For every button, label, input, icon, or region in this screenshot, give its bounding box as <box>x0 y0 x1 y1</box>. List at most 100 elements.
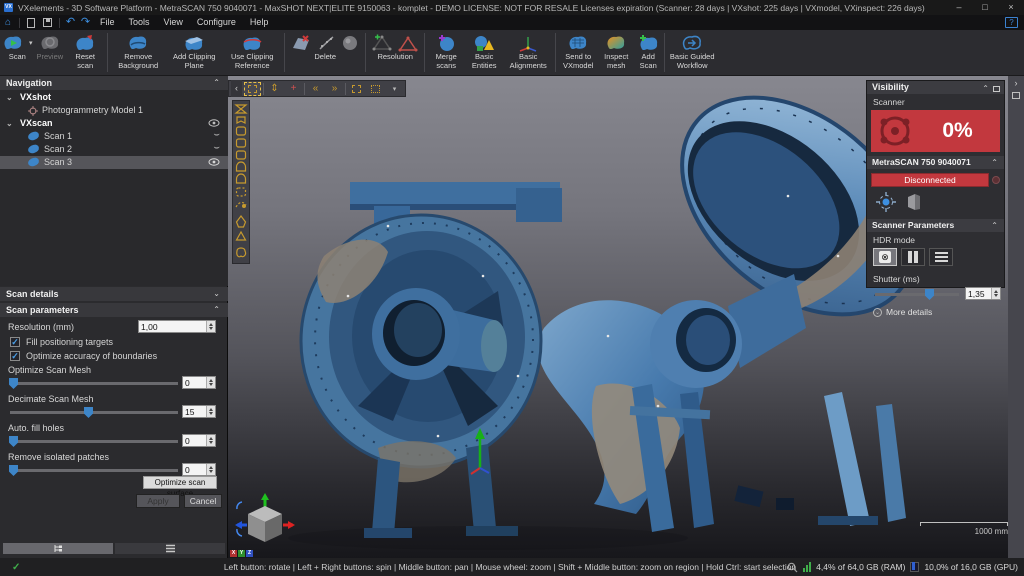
rectangle-selection-tool[interactable] <box>244 82 261 96</box>
tree-item-photogrammetry-model[interactable]: Photogrammetry Model 1 <box>0 104 228 117</box>
tree-item-scan-1[interactable]: Scan 1 ⌣ <box>0 130 228 143</box>
remove-isolated-patches-spinbox[interactable] <box>182 463 216 476</box>
chevron-up-icon[interactable]: ⌃ <box>991 156 998 169</box>
remove-background-button[interactable]: Remove Background <box>110 30 166 75</box>
undo-icon[interactable]: ↶ <box>63 16 78 29</box>
add-clipping-plane-button[interactable]: Add Clipping Plane <box>166 30 222 75</box>
zoom-selection-tool[interactable] <box>348 82 365 96</box>
eye-closed-icon[interactable]: ⌣ <box>213 141 220 154</box>
more-details-link[interactable]: ⌄ More details <box>867 301 1004 317</box>
scanner-parameters-header[interactable]: Scanner Parameters ⌃ <box>867 219 1004 232</box>
spinner-arrows[interactable] <box>206 406 215 417</box>
chevron-down-icon[interactable]: ⌄ <box>213 287 220 301</box>
menu-tools[interactable]: Tools <box>122 15 157 30</box>
help-bubble-icon[interactable]: ? <box>1005 17 1018 28</box>
shutter-spinbox[interactable] <box>965 287 1001 300</box>
hdr-mode-bars-button[interactable] <box>901 248 925 266</box>
resolution-spinbox[interactable] <box>138 320 216 333</box>
tab-tree-view[interactable] <box>3 543 113 554</box>
rotate-right-tool[interactable]: » <box>326 82 343 96</box>
cmm-device-icon[interactable] <box>905 192 923 212</box>
save-icon[interactable] <box>43 18 52 27</box>
home-icon[interactable]: ⌂ <box>0 16 16 30</box>
inspect-mesh-button[interactable]: Inspect mesh <box>598 30 634 75</box>
visibility-header[interactable]: Visibility ⌃ <box>867 81 1004 94</box>
decimate-scan-mesh-slider[interactable] <box>10 411 178 414</box>
value-input[interactable] <box>183 435 206 446</box>
basic-entities-button[interactable]: Basic Entities <box>465 30 503 75</box>
tree-item-scan-2[interactable]: Scan 2 ⌣ <box>0 143 228 156</box>
basic-guided-workflow-button[interactable]: Basic Guided Workflow <box>667 30 717 75</box>
add-scan-button[interactable]: Add Scan <box>634 30 662 75</box>
reset-scan-button[interactable]: Reset scan <box>65 30 105 75</box>
use-clipping-reference-button[interactable]: Use Clipping Reference <box>222 30 282 75</box>
spinner-arrows[interactable] <box>206 377 215 388</box>
tracker-icon[interactable] <box>875 191 897 213</box>
slider-thumb[interactable] <box>9 436 18 447</box>
disconnected-button[interactable]: Disconnected <box>871 173 989 187</box>
hdr-mode-lines-button[interactable] <box>929 248 953 266</box>
value-input[interactable] <box>183 406 206 417</box>
optimize-boundaries-checkbox[interactable]: ✓ <box>10 351 20 361</box>
delete-spray-icon[interactable] <box>317 34 335 52</box>
value-input[interactable] <box>183 464 206 475</box>
optimize-scan-mesh-slider[interactable] <box>10 382 178 385</box>
delete-scan-icon[interactable] <box>291 34 311 52</box>
delete-sphere-icon[interactable] <box>341 34 359 52</box>
preview-button[interactable]: Preview <box>35 30 66 75</box>
new-document-icon[interactable] <box>27 18 35 28</box>
auto-fill-holes-slider[interactable] <box>10 440 178 443</box>
shutter-input[interactable] <box>966 288 991 299</box>
chevron-up-icon[interactable]: ⌃ <box>213 303 220 317</box>
basic-alignments-button[interactable]: Basic Alignments <box>503 30 553 75</box>
eye-open-icon[interactable] <box>208 118 220 128</box>
zoom-region-tool[interactable] <box>367 82 384 96</box>
expander-icon[interactable]: ⌄ <box>6 117 13 130</box>
slider-thumb[interactable] <box>84 407 93 418</box>
redo-icon[interactable]: ↷ <box>78 16 93 29</box>
device-section-header[interactable]: MetraSCAN 750 9040071 ⌃ <box>867 156 1004 169</box>
resolution-input[interactable] <box>139 321 206 332</box>
tree-item-scan-3-selected[interactable]: Scan 3 <box>0 156 228 169</box>
expand-panel-icon[interactable]: › <box>1015 78 1018 88</box>
spinner-arrows[interactable] <box>206 464 215 475</box>
popout-icon[interactable] <box>993 86 1000 92</box>
spinner-arrows[interactable] <box>206 321 215 332</box>
optimize-scan-mesh-spinbox[interactable] <box>182 376 216 389</box>
eye-open-icon[interactable] <box>208 157 220 167</box>
menu-help[interactable]: Help <box>243 15 276 30</box>
increase-resolution-icon[interactable] <box>372 34 392 52</box>
maximize-button[interactable]: □ <box>972 0 998 15</box>
flip-selection-tool[interactable]: ⇕ <box>266 82 283 96</box>
decrease-resolution-icon[interactable] <box>398 34 418 52</box>
close-button[interactable]: × <box>998 0 1024 15</box>
decimate-scan-mesh-spinbox[interactable] <box>182 405 216 418</box>
more-tools-dropdown[interactable]: ▾ <box>386 82 403 96</box>
slider-thumb[interactable] <box>925 289 934 300</box>
selection-shape-icons[interactable] <box>234 103 248 261</box>
minimize-button[interactable]: – <box>946 0 972 15</box>
dock-window-icon[interactable] <box>1012 92 1020 99</box>
spinner-arrows[interactable] <box>206 435 215 446</box>
menu-view[interactable]: View <box>157 15 190 30</box>
fill-targets-checkbox[interactable]: ✓ <box>10 337 20 347</box>
eye-closed-icon[interactable]: ⌣ <box>213 128 220 141</box>
scan-button[interactable]: ▾ Scan <box>0 30 35 75</box>
scan-details-header[interactable]: Scan details ⌄ <box>0 287 228 301</box>
tab-list-view[interactable] <box>115 543 225 554</box>
auto-fill-holes-spinbox[interactable] <box>182 434 216 447</box>
spinner-arrows[interactable] <box>991 288 1000 299</box>
slider-thumb[interactable] <box>9 465 18 476</box>
navigation-header[interactable]: Navigation ⌃ <box>0 76 228 90</box>
orientation-cube[interactable] <box>234 492 296 546</box>
scan-parameters-header[interactable]: Scan parameters ⌃ <box>0 303 228 317</box>
remove-isolated-patches-slider[interactable] <box>10 469 178 472</box>
hdr-mode-off-button[interactable]: ⊗ <box>873 248 897 266</box>
shutter-slider[interactable] <box>875 293 959 296</box>
cancel-button[interactable]: Cancel <box>184 494 222 508</box>
value-input[interactable] <box>183 377 206 388</box>
collapse-toolbar-icon[interactable]: ‹ <box>231 80 242 97</box>
slider-thumb[interactable] <box>9 378 18 389</box>
menu-configure[interactable]: Configure <box>190 15 243 30</box>
menu-file[interactable]: File <box>93 15 122 30</box>
